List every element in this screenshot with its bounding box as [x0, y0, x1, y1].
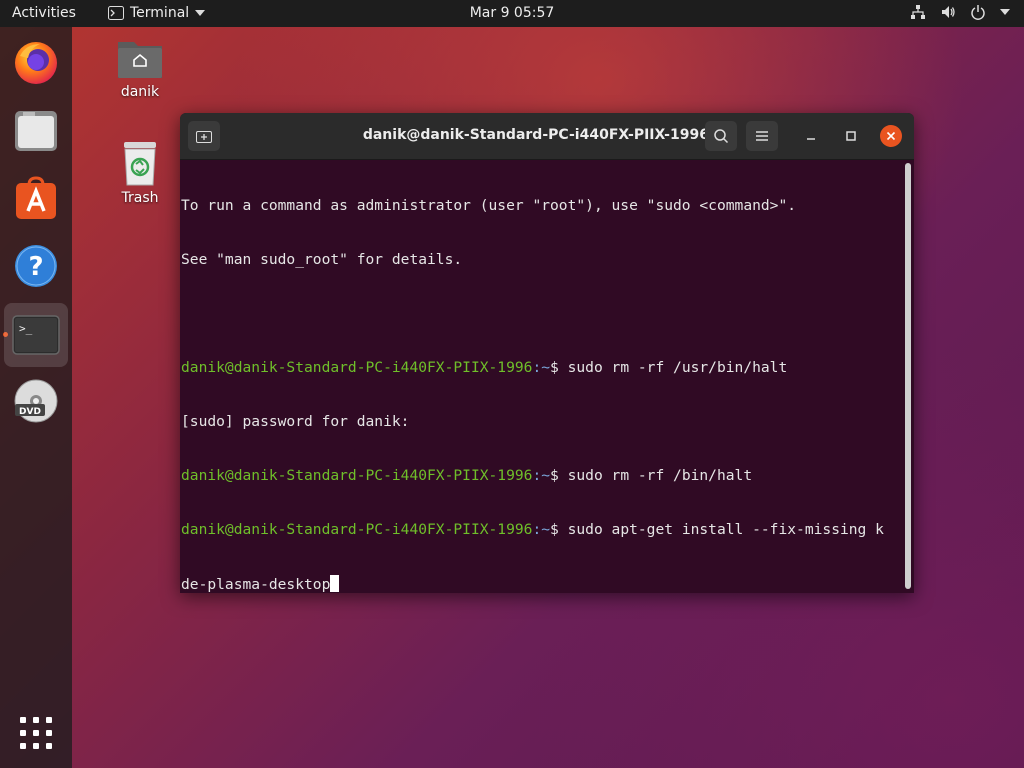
input-line[interactable]: de-plasma-desktop [181, 575, 901, 593]
prompt-command: $ sudo rm -rf /bin/halt [550, 467, 753, 484]
top-bar: Activities Terminal Mar 9 05:57 [0, 0, 1024, 27]
activities-button[interactable]: Activities [12, 5, 76, 21]
app-menu[interactable]: Terminal [108, 5, 206, 21]
dvd-icon: DVD [14, 379, 58, 423]
prompt-path: :~ [532, 467, 551, 484]
dock-firefox[interactable] [10, 36, 62, 88]
files-icon [15, 111, 57, 151]
terminal-window[interactable]: danik@danik-Standard-PC-i440FX-PIIX-1996… [180, 113, 914, 593]
grid-icon [20, 717, 52, 749]
search-icon [714, 129, 729, 144]
svg-text:>_: >_ [19, 322, 33, 335]
output-line: To run a command as administrator (user … [181, 197, 797, 214]
terminal-small-icon [108, 6, 124, 20]
power-icon[interactable] [970, 4, 986, 20]
trash-icon [124, 142, 156, 186]
home-folder-icon [118, 42, 162, 78]
clock[interactable]: Mar 9 05:57 [470, 5, 555, 21]
app-menu-label: Terminal [130, 5, 190, 21]
system-tray[interactable] [910, 4, 1010, 20]
prompt-path: :~ [532, 359, 551, 376]
prompt-user: danik@danik-Standard-PC-i440FX-PIIX-1996 [181, 359, 533, 376]
dock-terminal[interactable]: >_ [4, 303, 68, 367]
dock-help[interactable]: ? [10, 240, 62, 292]
dock-software[interactable] [10, 172, 62, 224]
prompt-user: danik@danik-Standard-PC-i440FX-PIIX-1996 [181, 521, 533, 538]
svg-text:?: ? [28, 252, 43, 282]
desktop-home-folder[interactable]: danik [100, 36, 180, 100]
software-icon [16, 176, 56, 219]
minimize-icon [807, 138, 815, 140]
volume-icon[interactable] [940, 4, 956, 20]
close-button[interactable] [880, 125, 902, 147]
desktop-trash-label: Trash [121, 190, 159, 206]
prompt-line: danik@danik-Standard-PC-i440FX-PIIX-1996… [181, 467, 901, 485]
chevron-down-icon [195, 10, 206, 16]
desktop-home-label: danik [120, 84, 160, 100]
prompt-command: $ sudo apt-get install --fix-missing k [550, 521, 884, 538]
typed-command: de-plasma-desktop [181, 576, 331, 593]
desktop-trash[interactable]: Trash [100, 140, 180, 206]
maximize-icon [846, 131, 856, 141]
prompt-line: danik@danik-Standard-PC-i440FX-PIIX-1996… [181, 359, 901, 377]
search-button[interactable] [705, 121, 737, 151]
system-menu-chevron-icon[interactable] [1000, 9, 1010, 15]
help-icon: ? [15, 245, 57, 287]
terminal-icon: >_ [12, 315, 60, 355]
prompt-line: danik@danik-Standard-PC-i440FX-PIIX-1996… [181, 521, 901, 539]
show-applications-button[interactable] [10, 707, 62, 759]
text-cursor [330, 575, 340, 592]
prompt-path: :~ [532, 521, 551, 538]
prompt-command: $ sudo rm -rf /usr/bin/halt [550, 359, 788, 376]
output-line-blank: ​ [181, 305, 901, 323]
network-icon[interactable] [910, 4, 926, 20]
maximize-button[interactable] [840, 125, 862, 147]
minimize-button[interactable] [800, 125, 822, 147]
dock: ? >_ DVD [0, 27, 72, 768]
firefox-icon [15, 42, 57, 84]
new-tab-icon [196, 131, 212, 143]
dock-dvd[interactable]: DVD [10, 375, 62, 427]
scrollbar[interactable] [905, 163, 911, 589]
menu-button[interactable] [746, 121, 778, 151]
output-line: [sudo] password for danik: [181, 413, 410, 430]
terminal-output[interactable]: To run a command as administrator (user … [181, 161, 901, 593]
hamburger-icon [756, 131, 768, 141]
terminal-header-bar[interactable]: danik@danik-Standard-PC-i440FX-PIIX-1996… [180, 113, 914, 160]
new-tab-button[interactable] [188, 121, 220, 151]
dock-files[interactable] [10, 105, 62, 157]
output-line: See "man sudo_root" for details. [181, 251, 463, 268]
close-icon [886, 131, 896, 141]
svg-text:DVD: DVD [19, 407, 41, 417]
prompt-user: danik@danik-Standard-PC-i440FX-PIIX-1996 [181, 467, 533, 484]
